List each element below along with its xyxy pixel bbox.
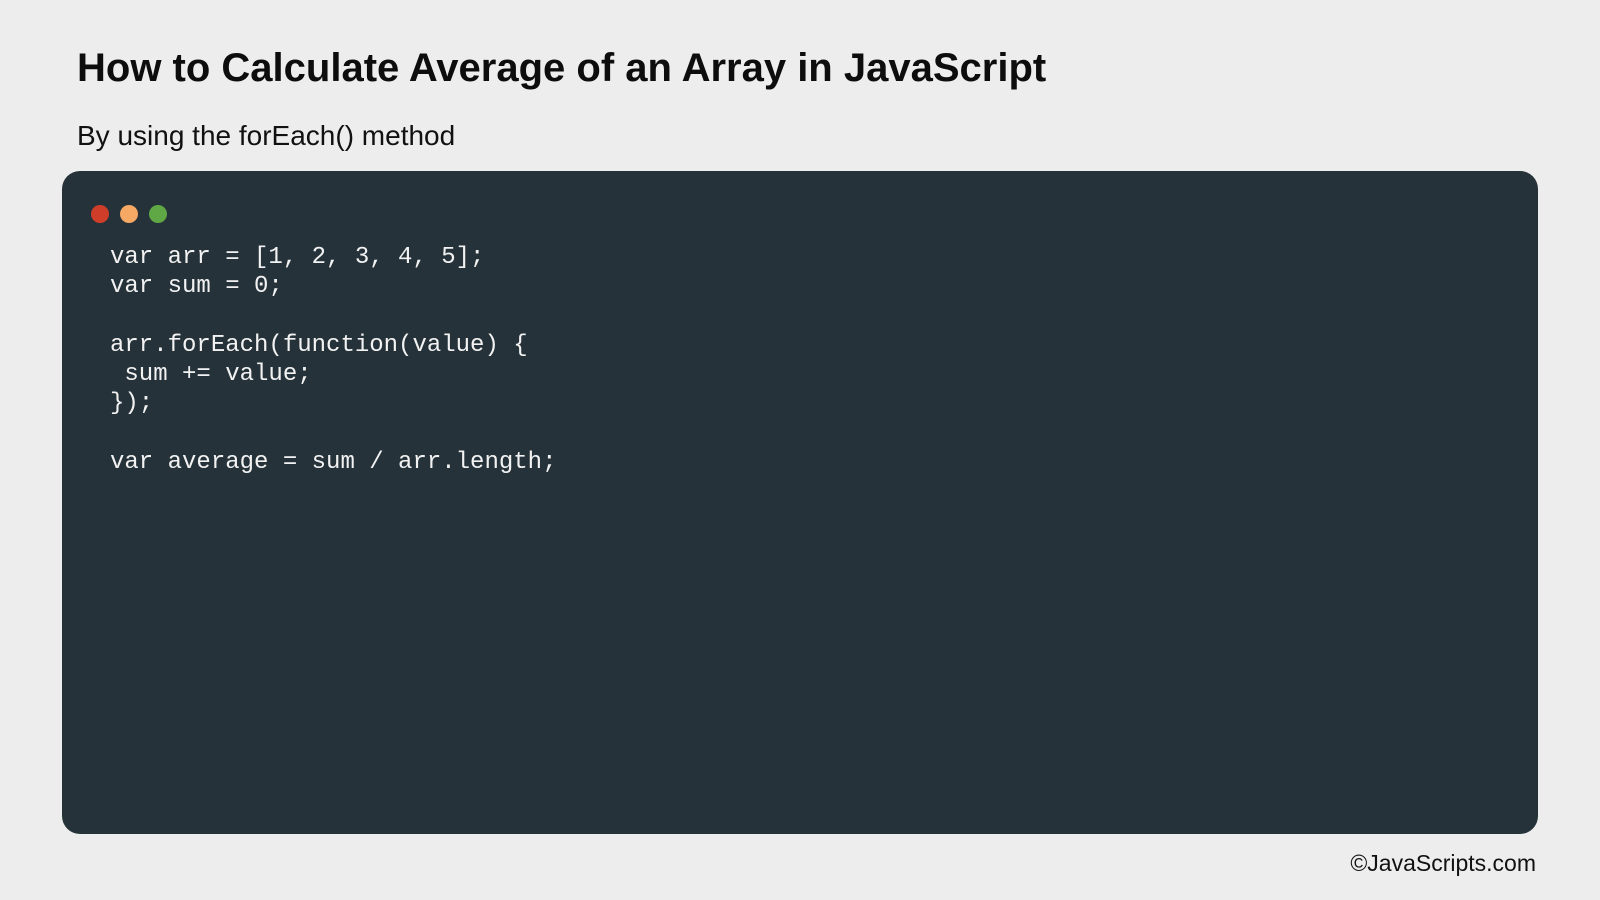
code-line: var sum = 0; — [110, 273, 283, 301]
red-dot-icon — [91, 205, 109, 223]
code-window: var arr = [1, 2, 3, 4, 5]; var sum = 0; ar… — [62, 171, 1538, 834]
footer-credit: ©JavaScripts.com — [1350, 850, 1536, 876]
code-line: }); — [110, 390, 154, 418]
orange-dot-icon — [120, 205, 138, 223]
window-controls — [91, 205, 167, 223]
code-line: var arr = [1, 2, 3, 4, 5]; — [110, 244, 485, 271]
code-block: var arr = [1, 2, 3, 4, 5]; var sum = 0; ar… — [110, 243, 556, 477]
page-title: How to Calculate Average of an Array in … — [77, 46, 1047, 90]
code-line: arr.forEach(function(value) { — [110, 331, 528, 359]
code-line: var average = sum / arr.length; — [110, 449, 557, 477]
code-line: sum += value; — [110, 361, 312, 389]
page-subtitle: By using the forEach() method — [77, 120, 456, 151]
green-dot-icon — [149, 205, 167, 223]
